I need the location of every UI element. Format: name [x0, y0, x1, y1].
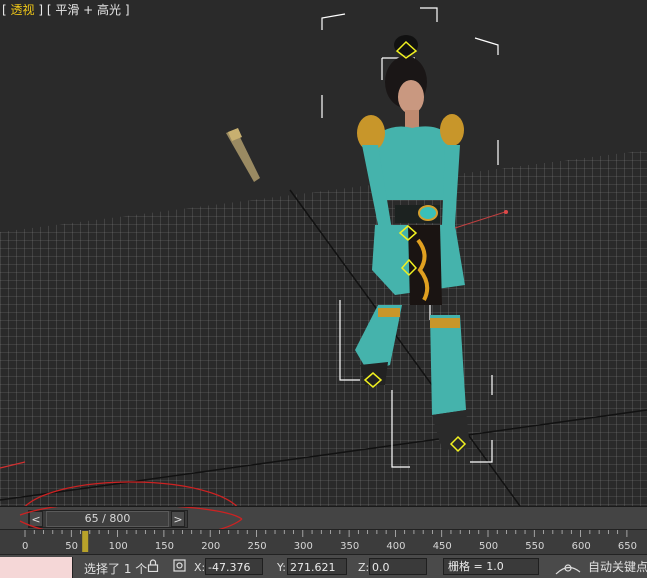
- z-coordinate-field[interactable]: 0.0: [369, 558, 427, 575]
- ground-grid: [0, 150, 647, 506]
- grid-size-display: 栅格 = 1.0: [443, 558, 539, 575]
- track-bar-ruler: [24, 530, 628, 552]
- tick-label-300: 300: [293, 541, 313, 552]
- tick-label-0: 0: [22, 541, 29, 552]
- tick-label-500: 500: [479, 541, 499, 552]
- tick-label-650: 650: [617, 541, 637, 552]
- time-slider-thumb[interactable]: 65 / 800: [46, 511, 169, 527]
- y-label: Y:: [277, 561, 286, 574]
- tick-label-550: 550: [525, 541, 545, 552]
- absolute-mode-icon[interactable]: [172, 559, 186, 573]
- auto-key-button[interactable]: 自动关键点: [588, 558, 647, 575]
- viewport-shading-mode[interactable]: ] [ 平滑 + 高光 ]: [35, 3, 129, 17]
- scene-canvas[interactable]: [0, 0, 647, 506]
- viewport-label-bracket: [: [2, 3, 11, 17]
- time-slider-next-button[interactable]: >: [171, 511, 185, 527]
- viewport-view-name[interactable]: 透视: [11, 3, 35, 17]
- lock-icon[interactable]: [146, 559, 160, 573]
- tick-label-450: 450: [432, 541, 452, 552]
- status-bar: 选择了 1 个 X: -47.376 Y: 271.621 Z: 0.0 栅格 …: [0, 554, 647, 578]
- tick-label-250: 250: [247, 541, 267, 552]
- perspective-viewport[interactable]: [ 透视 ] [ 平滑 + 高光 ]: [0, 0, 647, 506]
- current-frame-marker: [82, 531, 89, 552]
- tick-label-200: 200: [201, 541, 221, 552]
- time-slider-track[interactable]: < 65 / 800 >: [28, 510, 188, 528]
- tick-label-600: 600: [571, 541, 591, 552]
- key-mode-icon[interactable]: [548, 558, 588, 578]
- object-color-swatch[interactable]: [0, 557, 73, 578]
- tick-label-350: 350: [340, 541, 360, 552]
- selection-status: 选择了 1 个: [84, 562, 148, 576]
- viewport-label[interactable]: [ 透视 ] [ 平滑 + 高光 ]: [2, 1, 130, 18]
- tick-label-400: 400: [386, 541, 406, 552]
- tick-label-100: 100: [108, 541, 128, 552]
- track-bar[interactable]: 0 50 100 150 200 250 300 350 400 450 500 550 600 650: [0, 529, 647, 554]
- time-slider[interactable]: < 65 / 800 >: [0, 506, 647, 529]
- tick-label-50: 50: [65, 541, 79, 552]
- z-label: Z:: [358, 561, 370, 574]
- tick-label-150: 150: [154, 541, 174, 552]
- y-coordinate-field[interactable]: 271.621: [287, 558, 347, 575]
- x-label: X:: [194, 561, 206, 574]
- x-coordinate-field[interactable]: -47.376: [205, 558, 263, 575]
- dagger-object: [226, 128, 260, 182]
- time-slider-prev-button[interactable]: <: [29, 511, 43, 527]
